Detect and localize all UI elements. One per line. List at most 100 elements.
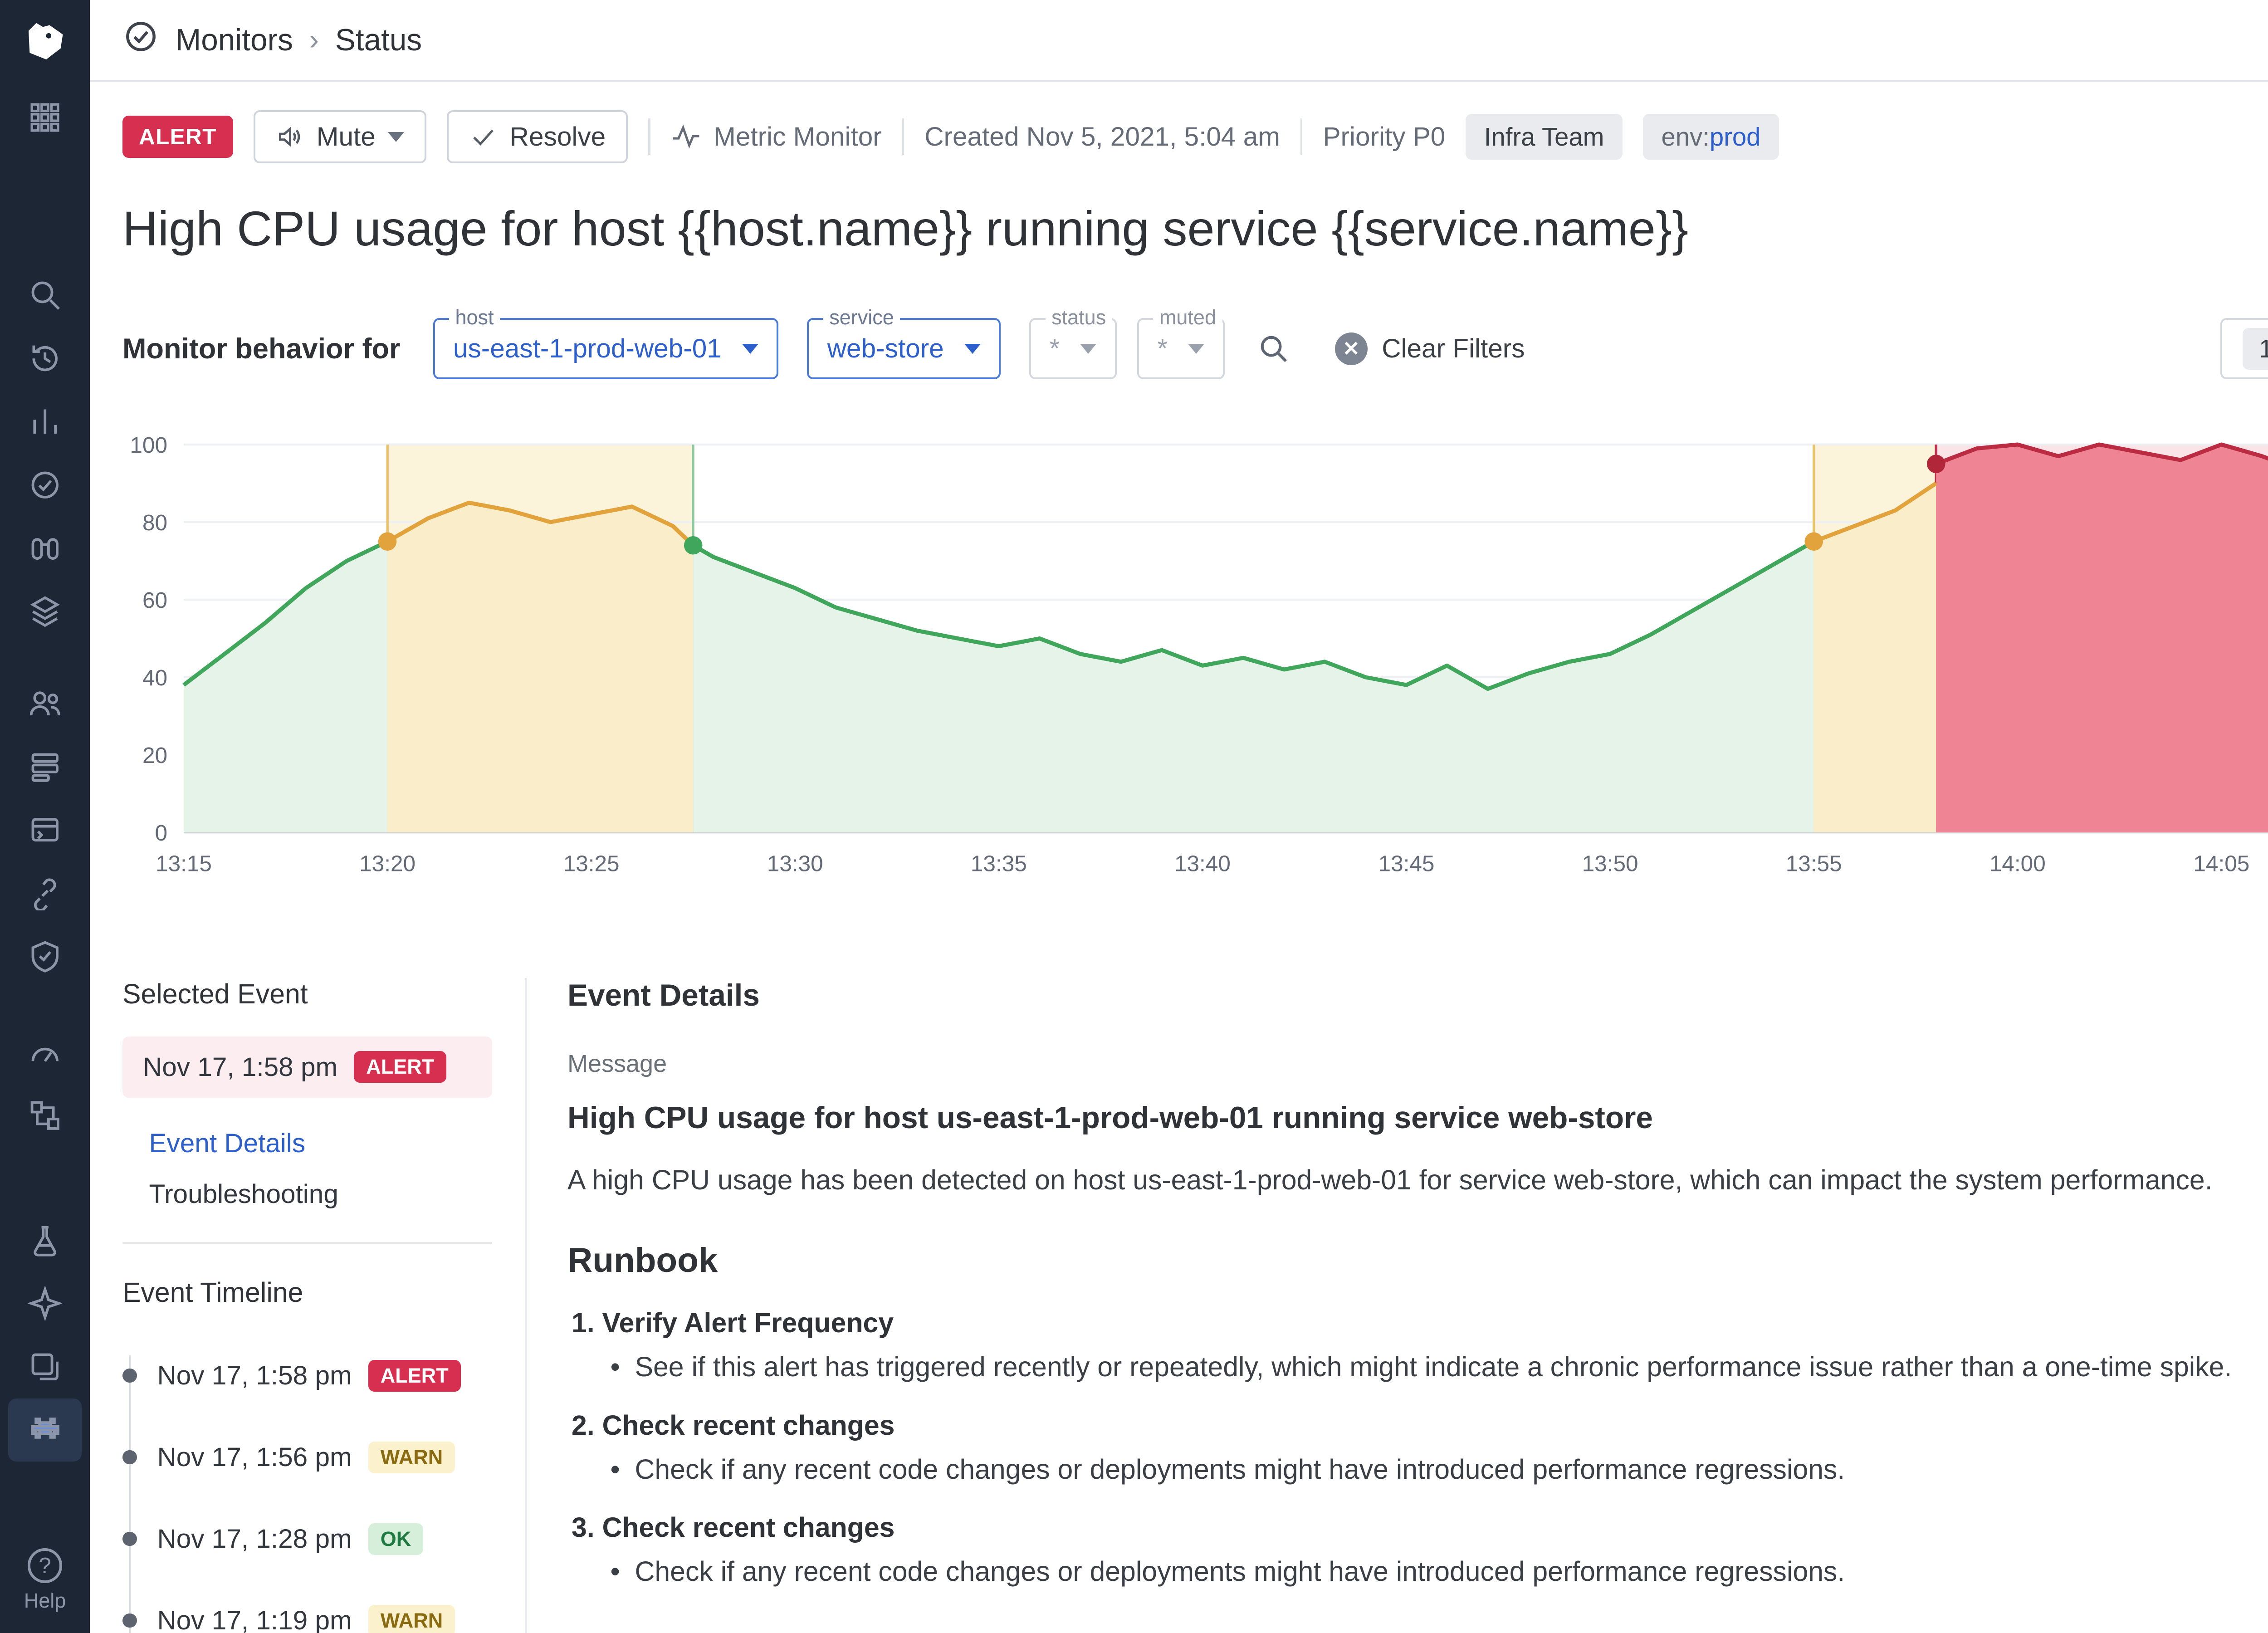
- time-span-chip[interactable]: 1h: [2243, 328, 2268, 370]
- created-timestamp: Created Nov 5, 2021, 5:04 am: [924, 122, 1280, 152]
- selected-event-row[interactable]: Nov 17, 1:58 pm ALERT: [122, 1037, 492, 1098]
- dashboards-icon[interactable]: [8, 390, 82, 454]
- datadog-logo[interactable]: [0, 0, 90, 86]
- message-body: A high CPU usage has been detected on ho…: [567, 1164, 2268, 1196]
- ai-sparkle-icon[interactable]: [8, 1272, 82, 1335]
- infrastructure-icon[interactable]: [8, 580, 82, 643]
- chevron-down-icon: [1080, 344, 1096, 354]
- svg-text:13:25: 13:25: [563, 851, 620, 876]
- performance-gauge-icon[interactable]: [8, 1021, 82, 1084]
- muted-filter-select[interactable]: muted *: [1137, 318, 1225, 379]
- chevron-down-icon: [964, 344, 981, 354]
- message-label: Message: [567, 1050, 2268, 1078]
- event-timeline-label: Event Timeline: [122, 1276, 492, 1308]
- breadcrumb-chevron-icon: ›: [309, 24, 319, 56]
- svg-text:13:15: 13:15: [156, 851, 212, 876]
- integrations-link-icon[interactable]: [8, 861, 82, 925]
- clear-x-icon: ✕: [1335, 332, 1368, 365]
- resolve-button[interactable]: Resolve: [447, 110, 628, 163]
- monitor-behavior-label: Monitor behavior for: [122, 332, 401, 365]
- svg-text:13:20: 13:20: [359, 851, 415, 876]
- svg-text:14:00: 14:00: [1989, 851, 2046, 876]
- svg-text:13:35: 13:35: [971, 851, 1027, 876]
- svg-text:13:40: 13:40: [1174, 851, 1231, 876]
- mute-button[interactable]: Mute: [254, 110, 426, 163]
- svg-text:80: 80: [142, 510, 167, 535]
- labs-flask-icon[interactable]: [8, 1208, 82, 1272]
- runbook-item: Verify Alert Frequency See if this alert…: [602, 1307, 2268, 1383]
- runbook-item: Check recent changes Check if any recent…: [602, 1409, 2268, 1485]
- breadcrumb-page: Status: [335, 23, 422, 58]
- help-label: Help: [24, 1589, 66, 1613]
- logs-icon[interactable]: [8, 735, 82, 798]
- monitors-breadcrumb-icon: [122, 18, 159, 62]
- search-icon[interactable]: [8, 264, 82, 327]
- monitor-status-graph[interactable]: 02040608010013:1513:2013:2513:3013:3513:…: [122, 424, 2268, 898]
- env-tag[interactable]: env:prod: [1643, 114, 1779, 160]
- bits-ai-alien-icon[interactable]: [8, 1398, 82, 1462]
- security-shield-icon[interactable]: [8, 925, 82, 988]
- timeline-dot-icon: [122, 1613, 137, 1628]
- runbook-list: Verify Alert Frequency See if this alert…: [602, 1307, 2268, 1587]
- monitors-icon[interactable]: [8, 453, 82, 517]
- top-bar: Monitors › Status Edit Clone Export: [90, 0, 2268, 82]
- divider: [1300, 118, 1303, 155]
- event-details-heading: Event Details: [567, 978, 2268, 1013]
- time-range-picker[interactable]: 1h Nov 17, 2024, 1:15 pm – Nov 17, 2024,…: [2220, 318, 2268, 379]
- team-tag[interactable]: Infra Team: [1466, 114, 1623, 160]
- alert-badge: ALERT: [368, 1360, 461, 1392]
- svg-text:13:45: 13:45: [1378, 851, 1435, 876]
- timeline-dot-icon: [122, 1369, 137, 1383]
- chevron-down-icon: [1188, 344, 1204, 354]
- timeline-item[interactable]: Nov 17, 1:19 pm WARN: [122, 1580, 492, 1633]
- breadcrumb-section[interactable]: Monitors: [176, 23, 293, 58]
- help-button[interactable]: ? Help: [24, 1548, 66, 1613]
- timeline-item[interactable]: Nov 17, 1:28 pm OK: [122, 1498, 492, 1580]
- history-icon[interactable]: [8, 327, 82, 390]
- event-details-panel: Event Details Message High CPU usage for…: [527, 978, 2268, 1633]
- timeline-item[interactable]: Nov 17, 1:56 pm WARN: [122, 1417, 492, 1498]
- search-icon: [1257, 332, 1290, 365]
- events-sidebar: Selected Event Nov 17, 1:58 pm ALERT Eve…: [122, 978, 527, 1633]
- filter-search-button[interactable]: [1245, 320, 1302, 377]
- warn-badge: WARN: [368, 1442, 455, 1473]
- workflows-icon[interactable]: [8, 1084, 82, 1148]
- svg-text:60: 60: [142, 588, 167, 613]
- timeline-dot-icon: [122, 1450, 137, 1465]
- divider: [902, 118, 904, 155]
- runbook-item: Check recent changes Check if any recent…: [602, 1511, 2268, 1587]
- chevron-down-icon: [742, 344, 758, 354]
- clear-filters-button[interactable]: ✕ Clear Filters: [1335, 332, 1525, 365]
- runbook-heading: Runbook: [567, 1241, 2268, 1281]
- svg-text:40: 40: [142, 665, 167, 690]
- software-window-icon[interactable]: [8, 798, 82, 862]
- priority-label: Priority P0: [1323, 122, 1445, 152]
- host-filter-select[interactable]: host us-east-1-prod-web-01: [433, 318, 779, 379]
- svg-text:14:05: 14:05: [2193, 851, 2249, 876]
- service-filter-select[interactable]: service web-store: [807, 318, 1001, 379]
- page-title: High CPU usage for host {{host.name}} ru…: [122, 200, 2268, 257]
- event-details-link[interactable]: Event Details: [149, 1128, 493, 1159]
- message-title: High CPU usage for host us-east-1-prod-w…: [567, 1100, 2268, 1135]
- metric-pulse-icon: [671, 122, 702, 152]
- speaker-icon: [276, 122, 304, 151]
- svg-text:20: 20: [142, 743, 167, 768]
- status-filter-select[interactable]: status *: [1029, 318, 1117, 379]
- ok-badge: OK: [368, 1523, 424, 1555]
- svg-text:0: 0: [155, 821, 167, 846]
- frames-copy-icon[interactable]: [8, 1335, 82, 1398]
- check-icon: [469, 122, 498, 151]
- monitor-type: Metric Monitor: [671, 122, 882, 152]
- svg-text:13:55: 13:55: [1786, 851, 1842, 876]
- troubleshooting-link[interactable]: Troubleshooting: [149, 1179, 493, 1209]
- selected-event-label: Selected Event: [122, 978, 492, 1010]
- chevron-down-icon: [388, 132, 404, 142]
- apps-grid-icon[interactable]: [8, 86, 82, 149]
- warn-badge: WARN: [368, 1605, 455, 1633]
- useful-links-heading: Useful links: [567, 1628, 2268, 1633]
- help-icon: ?: [28, 1548, 63, 1583]
- watchdog-icon[interactable]: [8, 517, 82, 580]
- timeline-item[interactable]: Nov 17, 1:58 pm ALERT: [122, 1335, 492, 1417]
- org-users-icon[interactable]: [8, 672, 82, 735]
- svg-text:13:50: 13:50: [1582, 851, 1638, 876]
